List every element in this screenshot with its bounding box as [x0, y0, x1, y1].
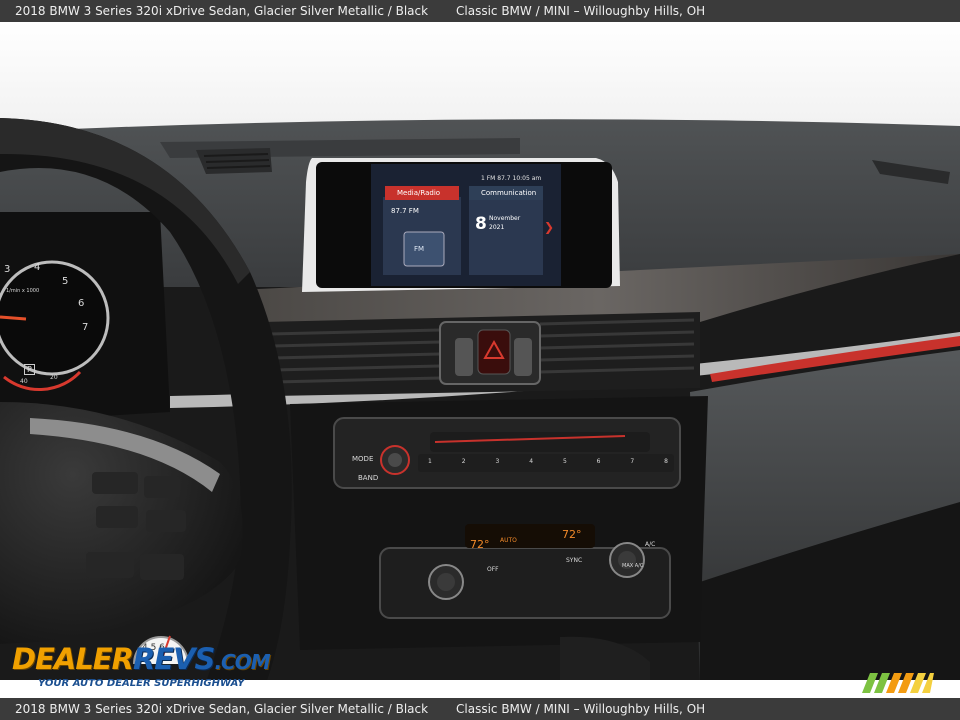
preset-8[interactable]: 8: [664, 458, 668, 472]
preset-4[interactable]: 4: [529, 458, 533, 472]
tab-communication[interactable]: Communication: [469, 186, 543, 200]
tach-tick-6: 6: [78, 298, 85, 309]
auto-indicator: AUTO: [500, 537, 517, 544]
watermark-logo: DEALERREVS.COM: [12, 642, 271, 676]
preset-5[interactable]: 5: [563, 458, 567, 472]
dealer-name-footer: Classic BMW / MINI – Willoughby Hills, O…: [456, 702, 706, 716]
preset-1[interactable]: 1: [428, 458, 432, 472]
date-year: 2021: [489, 224, 505, 231]
instrument-cluster: [0, 212, 170, 422]
preset-7[interactable]: 7: [630, 458, 634, 472]
preset-6[interactable]: 6: [597, 458, 601, 472]
tach-unit: 1/min x 1000: [6, 288, 40, 294]
tach-tick-4: 4: [34, 262, 41, 273]
watermark-tagline: YOUR AUTO DEALER SUPERHIGHWAY: [38, 678, 245, 689]
sync-button[interactable]: SYNC: [566, 557, 582, 564]
preset-3[interactable]: 3: [495, 458, 499, 472]
brand-dealer: DEALER: [12, 642, 134, 676]
vehicle-description: 2018 BMW 3 Series 320i xDrive Sedan, Gla…: [15, 4, 429, 18]
brand-com: .COM: [214, 650, 270, 674]
tab-media-radio[interactable]: Media/Radio: [385, 186, 459, 200]
dealerrevs-watermark: 4 5 6 DEALERREVS.COM YOUR AUTO DEALER SU…: [12, 622, 272, 694]
top-caption-bar: 2018 BMW 3 Series 320i xDrive Sedan, Gla…: [0, 0, 960, 22]
band-button[interactable]: BAND: [358, 474, 378, 482]
temp-left-display: 72°: [470, 538, 490, 551]
station-label: 87.7 FM: [391, 207, 419, 215]
tach-tick-7: 7: [82, 322, 89, 333]
tach-tick-3: 3: [4, 264, 11, 275]
brand-revs: REVS: [132, 642, 215, 676]
status-line: 1 FM 87.7 10:05 am: [481, 175, 542, 182]
infotainment-screen[interactable]: 1 FM 87.7 10:05 am Media/Radio Communica…: [371, 164, 561, 286]
mode-button[interactable]: MODE: [352, 455, 373, 463]
bottom-caption-bar: 2018 BMW 3 Series 320i xDrive Sedan, Gla…: [0, 698, 960, 720]
preset-2[interactable]: 2: [462, 458, 466, 472]
date-month: November: [489, 215, 521, 222]
chevron-right-icon[interactable]: ❯: [544, 220, 554, 234]
vehicle-description-footer: 2018 BMW 3 Series 320i xDrive Sedan, Gla…: [15, 702, 429, 716]
temp-high: 20: [50, 374, 58, 381]
temp-right-display: 72°: [562, 528, 582, 541]
stripes-logo-icon: [862, 673, 934, 693]
defrost-vent-left: [196, 148, 272, 174]
dashboard-photo: [0, 22, 960, 698]
temp-low: 40: [20, 378, 28, 385]
ac-button[interactable]: A/C: [645, 541, 655, 548]
center-vents: [262, 312, 700, 396]
fm-source-button[interactable]: FM: [414, 245, 424, 253]
gear-indicator: P: [24, 364, 35, 375]
date-day: 8: [475, 214, 487, 234]
max-ac-button[interactable]: MAX A/C: [622, 563, 643, 569]
tach-tick-5: 5: [62, 276, 69, 287]
dealer-name: Classic BMW / MINI – Willoughby Hills, O…: [456, 4, 706, 18]
climate-off-button[interactable]: OFF: [487, 566, 499, 573]
preset-row: 1 2 3 4 5 6 7 8: [428, 458, 668, 472]
radio-panel: [333, 417, 681, 489]
